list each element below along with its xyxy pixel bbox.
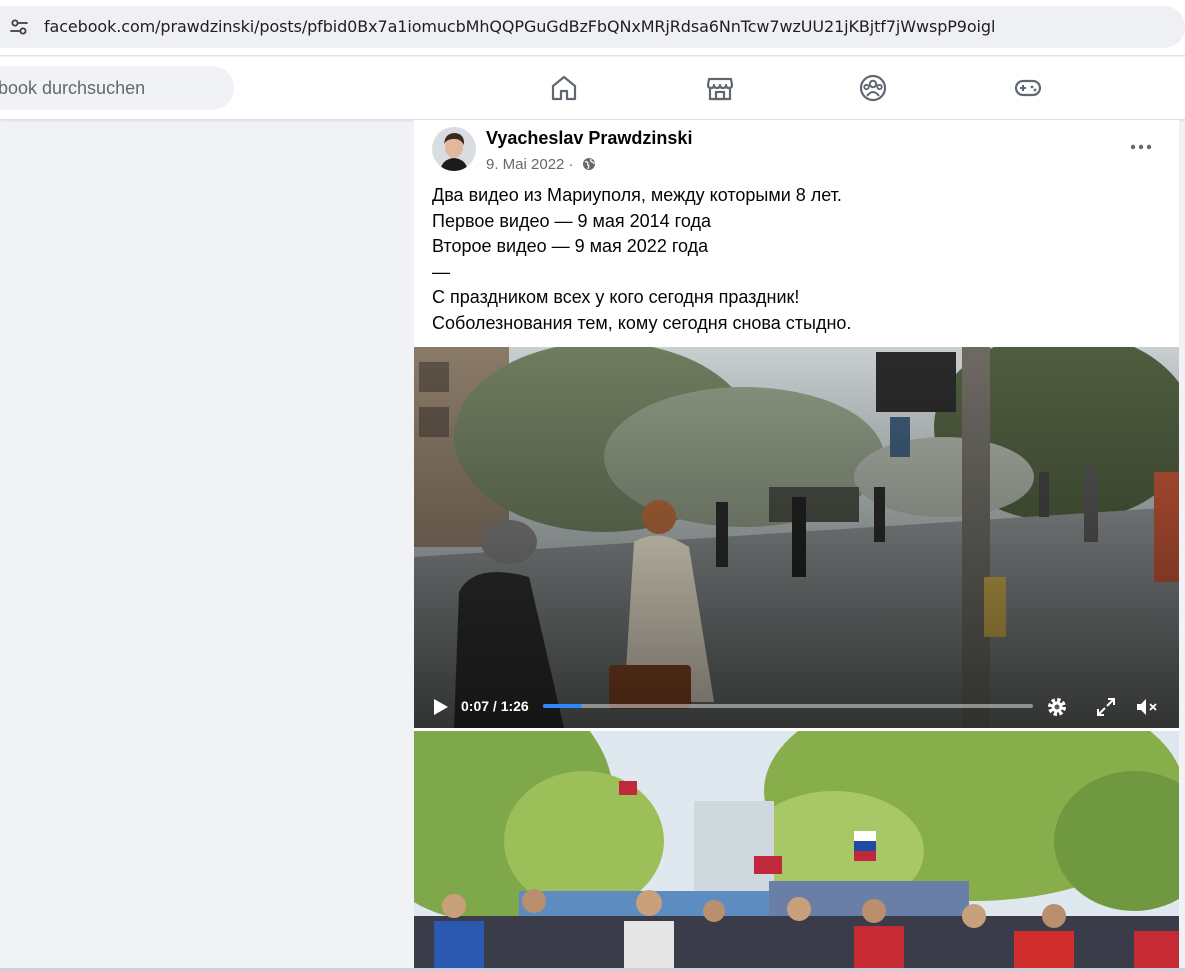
avatar[interactable] (432, 127, 476, 171)
video-player-2[interactable] (414, 731, 1179, 971)
globe-icon (582, 157, 596, 175)
home-icon[interactable] (549, 73, 579, 103)
more-options-icon[interactable] (1126, 134, 1156, 160)
mute-icon[interactable] (1134, 695, 1158, 719)
tune-icon[interactable] (9, 17, 29, 37)
browser-address-bar: facebook.com/prawdzinski/posts/pfbid0Bx7… (0, 0, 1185, 56)
post-author[interactable]: Vyacheslav Prawdzinski (486, 128, 692, 149)
fullscreen-icon[interactable] (1094, 695, 1118, 719)
post-date[interactable]: 9. Mai 2022 · (486, 156, 574, 173)
facebook-top-nav: book durchsuchen (0, 57, 1185, 120)
post-text: Два видео из Мариуполя, между которыми 8… (432, 183, 1162, 336)
url-field[interactable]: facebook.com/prawdzinski/posts/pfbid0Bx7… (0, 6, 1185, 48)
groups-icon[interactable] (858, 73, 888, 103)
video-frame-2 (414, 731, 1179, 971)
marketplace-icon[interactable] (705, 73, 735, 103)
post-text-line: — (432, 261, 450, 282)
search-input[interactable]: book durchsuchen (0, 66, 234, 110)
post-text-line: С праздником всех у кого сегодня праздни… (432, 287, 800, 307)
post-meta: 9. Mai 2022 · (486, 156, 596, 175)
post-text-line: Два видео из Мариуполя, между которыми 8… (432, 185, 842, 205)
settings-icon[interactable] (1045, 695, 1069, 719)
search-placeholder: book durchsuchen (0, 78, 146, 98)
post-text-line: Первое видео — 9 мая 2014 года (432, 210, 711, 231)
post-card: Vyacheslav Prawdzinski 9. Mai 2022 · Два… (414, 120, 1179, 971)
video-progress-fill (543, 704, 582, 708)
video-controls: 0:07 / 1:26 (414, 685, 1179, 728)
video-frame-1 (414, 347, 1179, 728)
gaming-icon[interactable] (1013, 73, 1043, 103)
url-text[interactable]: facebook.com/prawdzinski/posts/pfbid0Bx7… (44, 17, 995, 36)
video-player-1[interactable]: 0:07 / 1:26 (414, 347, 1179, 728)
play-icon[interactable] (428, 695, 452, 719)
post-text-line: Второе видео — 9 мая 2022 года (432, 236, 709, 256)
post-text-line: Соболезнования тем, кому сегодня снова с… (432, 312, 852, 333)
video-time: 0:07 / 1:26 (461, 698, 529, 714)
video-progress-bar[interactable] (543, 704, 1033, 708)
